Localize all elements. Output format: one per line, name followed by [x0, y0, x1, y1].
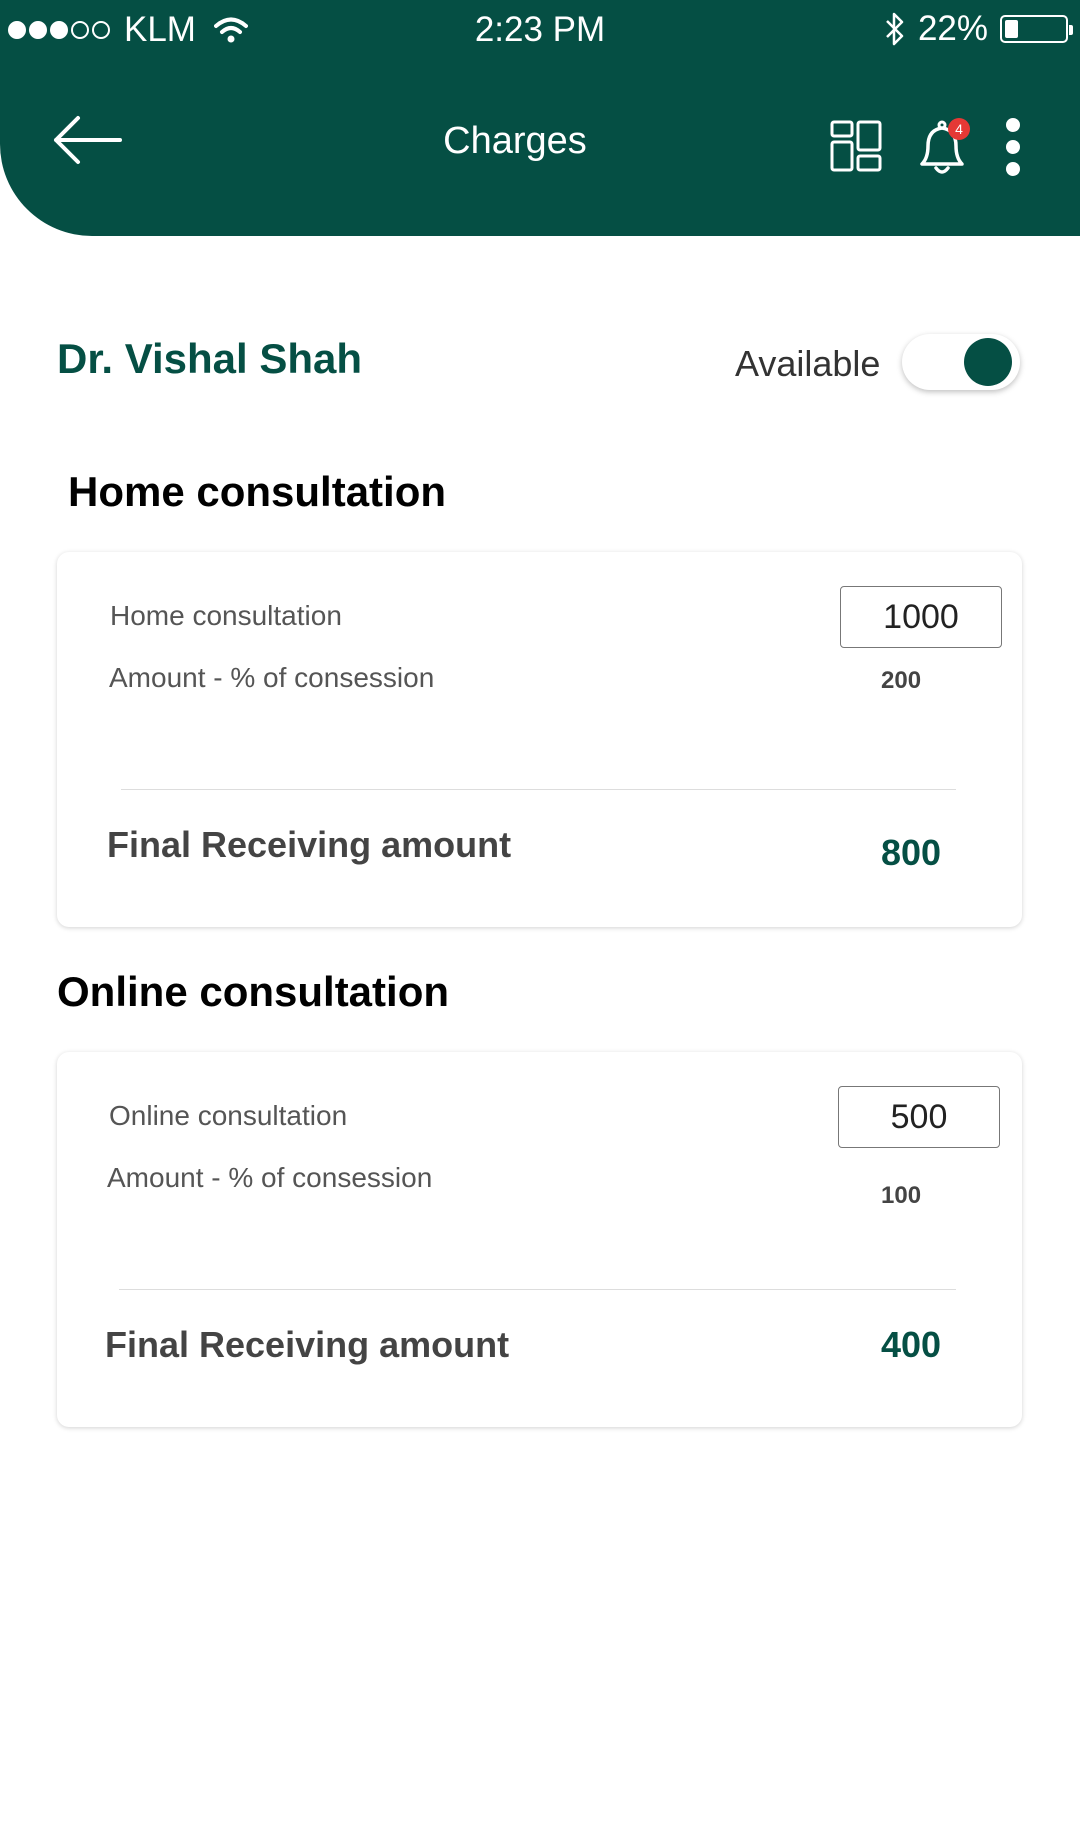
- toggle-knob: [964, 338, 1012, 386]
- home-concession-label: Amount - % of consession: [109, 662, 435, 693]
- app-bar: Charges 4: [0, 58, 1080, 236]
- online-section-title: Online consultation: [57, 968, 450, 1015]
- home-section-title: Home consultation: [68, 468, 447, 515]
- notification-badge: 4: [948, 118, 970, 140]
- online-fee-label: Online consultation: [109, 1100, 348, 1131]
- online-fee-input[interactable]: 500: [838, 1086, 1000, 1148]
- online-final-value: 400: [881, 1324, 942, 1365]
- doctor-name: Dr. Vishal Shah: [57, 335, 363, 382]
- home-divider: [121, 789, 956, 790]
- online-concession-value: 100: [881, 1182, 922, 1209]
- online-concession-label: Amount - % of consession: [107, 1162, 433, 1193]
- battery-icon: [1000, 15, 1073, 43]
- online-divider: [119, 1289, 956, 1290]
- online-consultation-card: Online consultation 500 Amount - % of co…: [57, 1052, 1022, 1427]
- home-concession-value: 200: [881, 667, 922, 694]
- home-final-label: Final Receiving amount: [107, 824, 512, 865]
- notifications-button[interactable]: 4: [912, 116, 972, 178]
- online-final-label: Final Receiving amount: [105, 1324, 510, 1365]
- status-bar: KLM 2:23 PM 22%: [0, 0, 1080, 60]
- home-fee-input[interactable]: 1000: [840, 586, 1002, 648]
- home-final-value: 800: [881, 832, 942, 873]
- bluetooth-icon: [886, 12, 904, 46]
- home-consultation-card: Home consultation 1000 Amount - % of con…: [57, 552, 1022, 927]
- more-vertical-icon: [1006, 118, 1020, 176]
- home-fee-label: Home consultation: [110, 600, 342, 631]
- battery-level: [1005, 20, 1018, 38]
- dashboard-button[interactable]: [830, 120, 882, 172]
- battery-percent: 22%: [917, 9, 988, 48]
- availability-toggle[interactable]: [902, 334, 1020, 390]
- availability-label: Available: [735, 343, 881, 384]
- more-options-button[interactable]: [1000, 116, 1026, 178]
- grid-icon: [830, 120, 882, 172]
